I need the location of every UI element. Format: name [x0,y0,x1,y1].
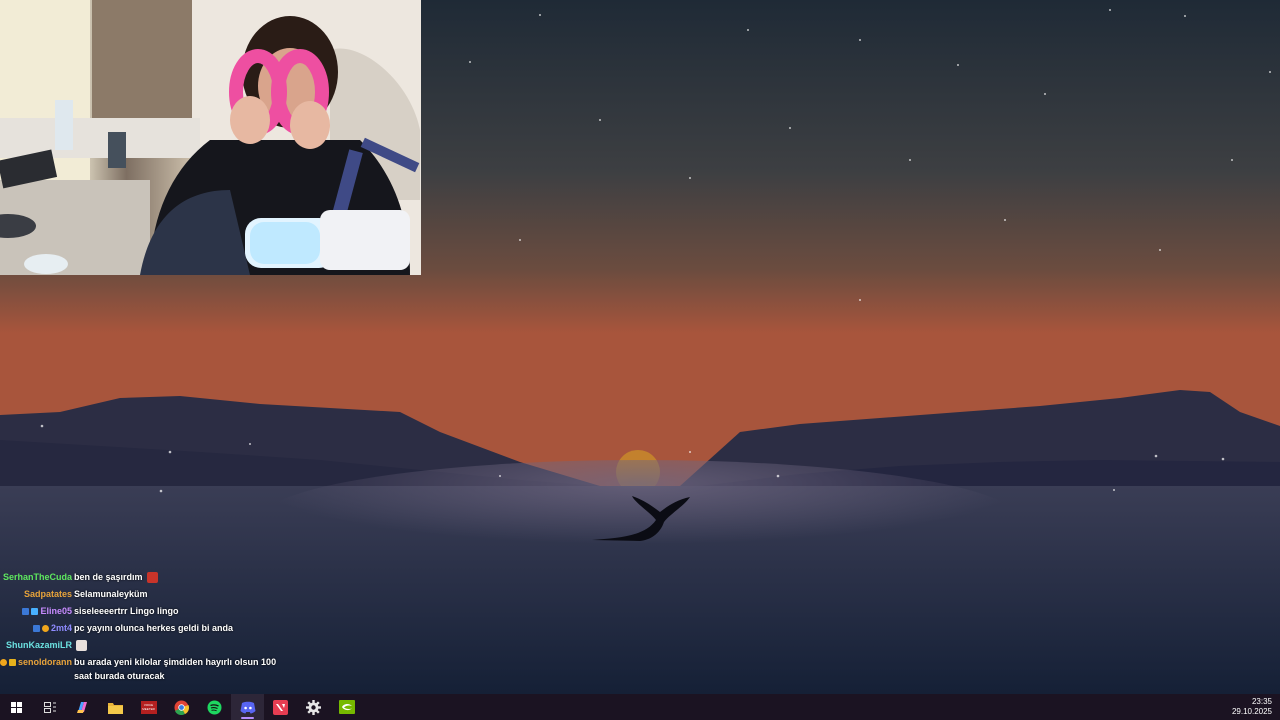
voicemeeter-icon: VOICE MEETER [140,700,157,714]
chat-text: pc yayını olunca herkes geldi bi anda [74,623,234,633]
valorant-icon [273,699,288,715]
copilot-icon [77,701,87,713]
nvidia-button[interactable] [330,694,363,720]
start-button[interactable] [0,694,33,720]
clock-time: 23:35 [1251,697,1272,706]
face-emote [76,640,87,652]
chat-text: bu arada yeni kilolar şimdiden hayırlı o… [74,657,277,681]
system-clock[interactable]: 23:35 29.10.2025 [1232,694,1272,720]
discord-icon [240,701,255,713]
windows-start-icon [11,701,22,713]
chat-message: ShunKazamiLR [0,637,300,654]
chat-username: 2mt4 [0,620,72,637]
bits-badge [0,659,7,666]
chat-username: Sadpatates [23,589,72,599]
chat-username: ShunKazamiLR [5,640,72,650]
chat-username: SerhanTheCuda [2,572,72,582]
angry-emote [146,572,158,584]
task-view-icon [43,701,56,713]
webcam-overlay [0,0,421,275]
chat-message: Eline05 siseleeeertrr Lingo lingo [0,603,300,620]
chat-username: Eline05 [0,603,72,620]
gem-badge [31,608,39,615]
chat-message: SerhanTheCuda ben de şaşırdım [0,569,300,586]
spotify-button[interactable] [198,694,231,720]
subscriber-badge [22,608,30,615]
task-view-button[interactable] [33,694,66,720]
chat-overlay: SerhanTheCuda ben de şaşırdım Sadpatates… [0,569,300,683]
copilot-button[interactable] [66,694,99,720]
settings-button[interactable] [297,694,330,720]
taskbar: VOICE MEETER 23:35 29.10.2025 [0,694,1280,720]
chrome-button[interactable] [165,694,198,720]
crown-badge [9,659,16,666]
discord-button[interactable] [231,694,264,720]
settings-gear-icon [306,699,321,715]
chat-text: ben de şaşırdım [74,572,143,582]
spotify-icon [207,700,222,714]
valorant-button[interactable] [264,694,297,720]
file-explorer-button[interactable] [99,694,132,720]
nvidia-icon [338,700,355,714]
subscriber-badge [32,625,40,632]
chat-text: Selamunaleyküm [74,589,148,599]
clock-date: 29.10.2025 [1231,707,1272,716]
file-explorer-icon [108,702,123,714]
chrome-icon [174,700,189,715]
chat-message: 2mt4 pc yayını olunca herkes geldi bi an… [0,620,300,637]
chat-text: siseleeeertrr Lingo lingo [74,606,179,616]
voicemeeter-button[interactable]: VOICE MEETER [132,694,165,720]
bits-badge [41,625,49,632]
chat-message: Sadpatates Selamunaleyküm [0,586,300,603]
chat-message: senoldorann bu arada yeni kilolar şimdid… [0,654,300,683]
chat-username: senoldorann [0,654,72,683]
